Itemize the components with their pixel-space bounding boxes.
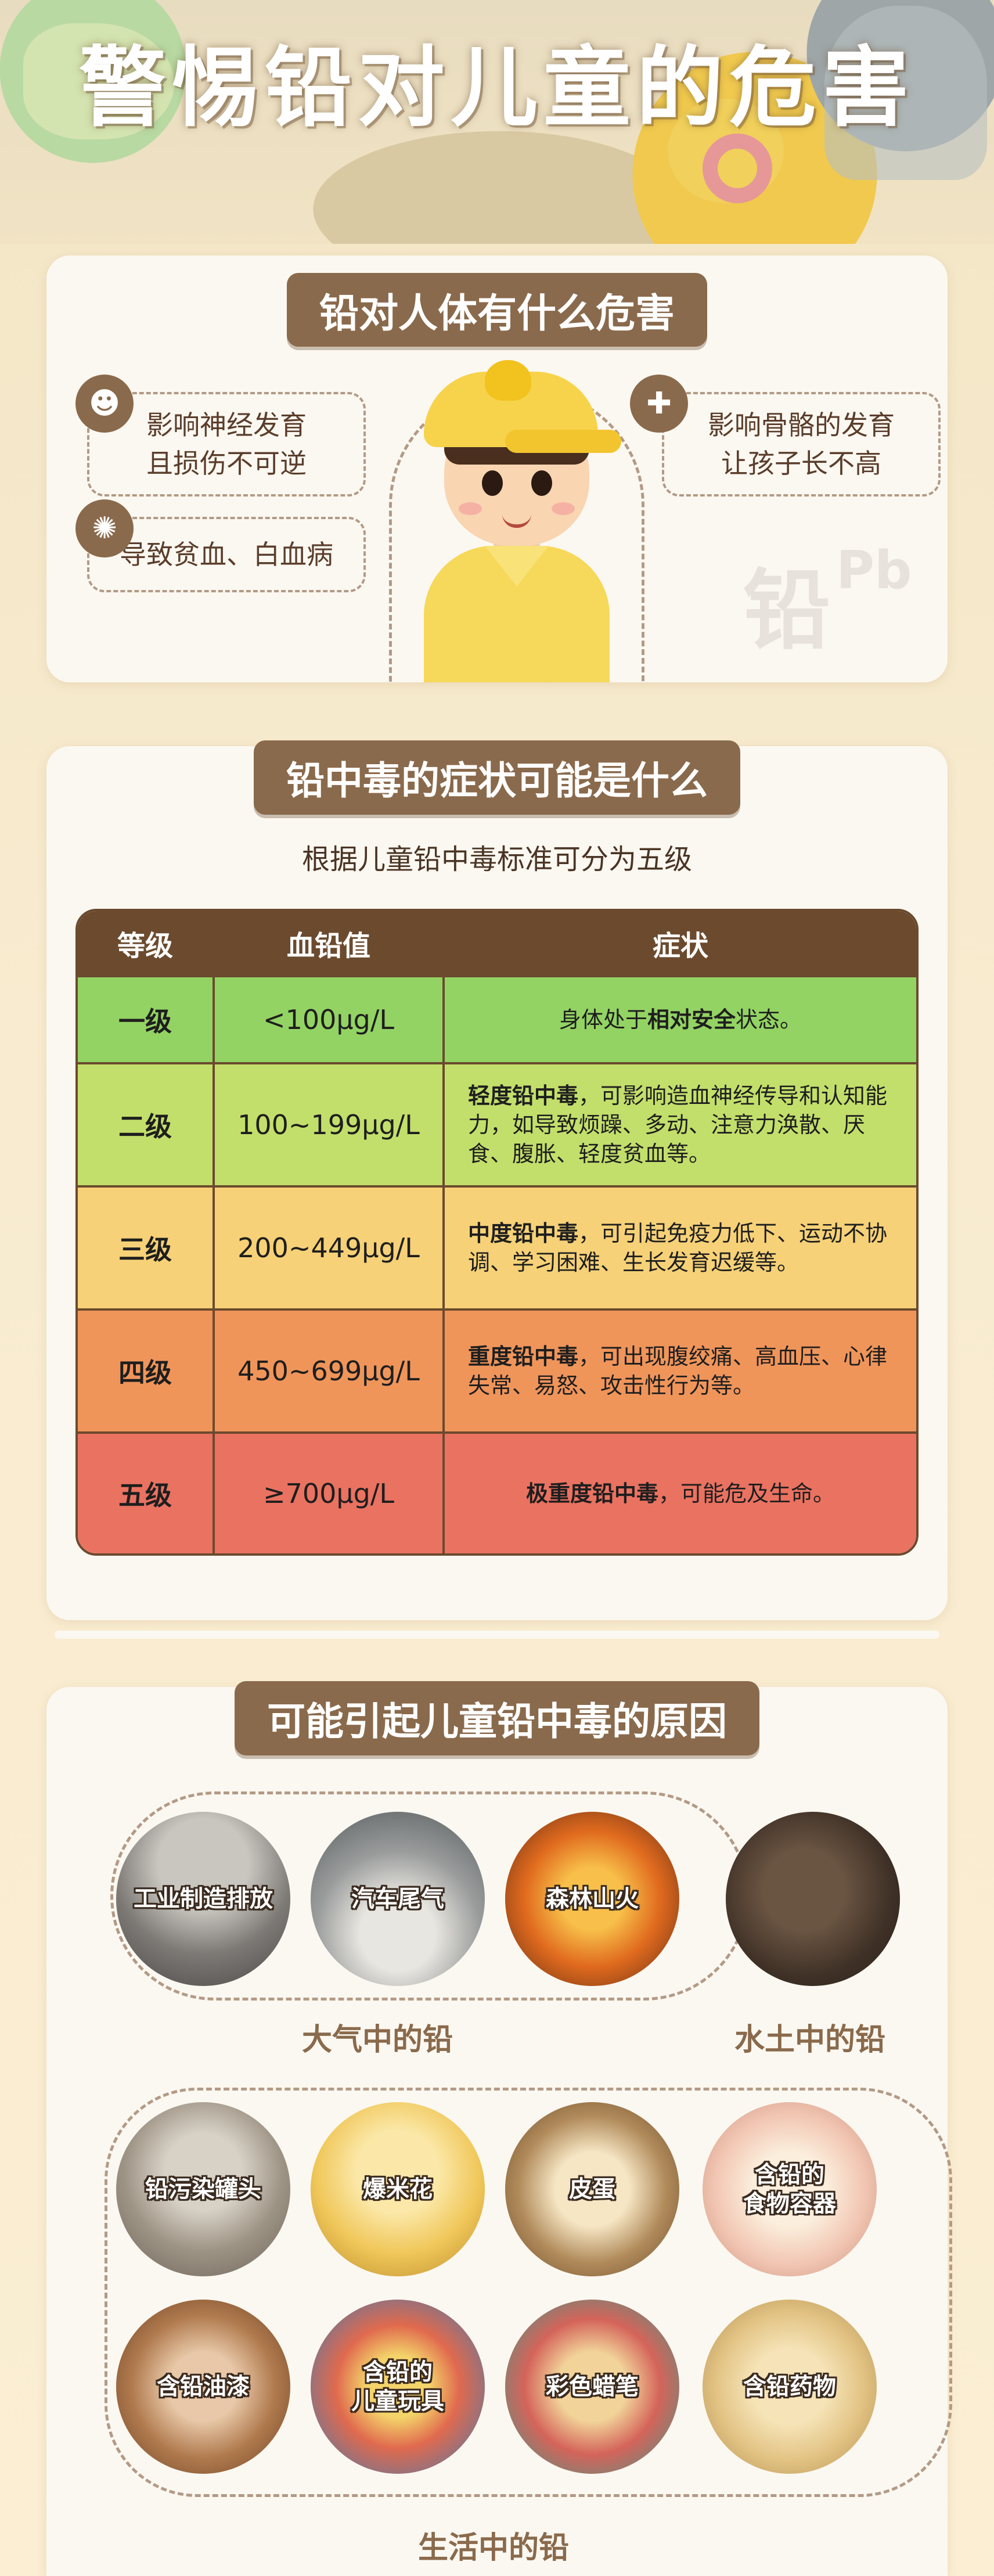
- source-label: 汽车尾气: [351, 1886, 444, 1912]
- child-blush: [552, 502, 575, 515]
- causes-card: 可能引起儿童铅中毒的原因 工业制造排放 汽车尾气 森林山火 大气中的铅 水土中的…: [46, 1681, 952, 2576]
- source-label: 铅污染罐头: [145, 2176, 261, 2203]
- table-header: 等级 血铅值 症状: [78, 911, 916, 975]
- source-life-item: 爆米花: [311, 2102, 485, 2276]
- table-row: 四级 450~699μg/L 重度铅中毒，可出现腹绞痛、高血压、心律失常、易怒、攻击…: [78, 1308, 916, 1431]
- symptoms-card: 铅中毒的症状可能是什么 根据儿童铅中毒标准可分为五级 等级 血铅值 症状 一级 <…: [46, 740, 948, 1620]
- source-life-item: 铅污染罐头: [116, 2102, 290, 2276]
- level-cell: 三级: [78, 1188, 215, 1308]
- blood-lead-cell: 450~699μg/L: [215, 1311, 445, 1431]
- effect-line: 让孩子长不高: [721, 448, 881, 479]
- table-row: 三级 200~449μg/L 中度铅中毒，可引起免疫力低下、运动不协调、学习困难、生…: [78, 1185, 916, 1308]
- source-label: 含铅药物: [743, 2373, 836, 2400]
- table-row: 二级 100~199μg/L 轻度铅中毒，可影响造血神经传导和认知能力，如导致烦躁、…: [78, 1062, 916, 1185]
- source-life-item: 皮蛋: [505, 2102, 679, 2276]
- blood-lead-cell: <100μg/L: [215, 977, 445, 1062]
- source-life-item: 含铅油漆: [116, 2300, 290, 2474]
- lead-level-table: 等级 血铅值 症状 一级 <100μg/L 身体处于相对安全状态。 二级 100~199…: [75, 909, 919, 1556]
- effect-line: 影响神经发育: [146, 409, 307, 441]
- life-group-label: 生活中的铅: [418, 2531, 570, 2566]
- lead-watermark: 铅 Pb: [743, 540, 912, 661]
- source-label: 含铅油漆: [157, 2373, 250, 2400]
- header-cell: 血铅值: [215, 911, 445, 975]
- header-banner: 警惕铅对儿童的危害: [0, 0, 994, 244]
- source-label: 含铅的 食物容器: [743, 2161, 836, 2217]
- air-group-label: 大气中的铅: [302, 2023, 453, 2057]
- header-cell: 等级: [78, 911, 215, 975]
- effect-line: 导致贫血、白血病: [120, 539, 333, 570]
- symptom-cell: 极重度铅中毒，可能危及生命。: [445, 1434, 916, 1553]
- source-label: 爆米花: [363, 2176, 433, 2203]
- level-cell: 一级: [78, 977, 215, 1062]
- source-life-item: 含铅药物: [703, 2300, 877, 2474]
- duck-icon: [485, 360, 531, 401]
- severity-text: 相对安全: [647, 1007, 736, 1032]
- source-label: 含铅的 儿童玩具: [351, 2359, 444, 2415]
- source-life-item: 含铅的 儿童玩具: [311, 2300, 485, 2474]
- source-life-item: 含铅的 食物容器: [703, 2102, 877, 2276]
- symptom-text: 状态。: [736, 1007, 802, 1032]
- effect-line: 且损伤不可逆: [146, 448, 307, 479]
- severity-text: 极重度铅中毒: [525, 1481, 658, 1506]
- source-label: 皮蛋: [569, 2176, 615, 2203]
- source-wildfire: 森林山火: [505, 1812, 679, 1986]
- level-cell: 二级: [78, 1064, 215, 1185]
- section-heading: 铅中毒的症状可能是什么: [254, 740, 740, 815]
- section-subtitle: 根据儿童铅中毒标准可分为五级: [301, 843, 692, 876]
- source-label: 森林山火: [546, 1886, 639, 1912]
- table-row: 一级 <100μg/L 身体处于相对安全状态。: [78, 975, 916, 1062]
- symptom-cell: 轻度铅中毒，可影响造血神经传导和认知能力，如导致烦躁、多动、注意力涣散、厌食、腹…: [445, 1064, 916, 1185]
- header-cell: 症状: [652, 930, 708, 962]
- section-heading: 可能引起儿童铅中毒的原因: [235, 1681, 759, 1755]
- section-heading: 铅对人体有什么危害: [286, 273, 708, 347]
- effect-bone: 影响骨骼的发育 让孩子长不高: [662, 392, 941, 497]
- severity-text: 重度铅中毒: [468, 1344, 579, 1369]
- blood-lead-cell: 200~449μg/L: [215, 1188, 445, 1308]
- brain-icon: ☻: [75, 375, 134, 433]
- source-label: 工业制造排放: [134, 1886, 273, 1912]
- level-cell: 四级: [78, 1311, 215, 1431]
- child-eye: [482, 470, 503, 496]
- table-row: 五级 ≥700μg/L 极重度铅中毒，可能危及生命。: [78, 1431, 916, 1553]
- blood-lead-cell: 100~199μg/L: [215, 1064, 445, 1185]
- source-car-exhaust: 汽车尾气: [311, 1812, 485, 1986]
- symptom-text: ，可能危及生命。: [658, 1481, 835, 1506]
- symptom-cell: 重度铅中毒，可出现腹绞痛、高血压、心律失常、易怒、攻击性行为等。: [445, 1311, 916, 1431]
- source-industry: 工业制造排放: [116, 1812, 290, 1986]
- child-cap-brim: [505, 430, 621, 453]
- level-cell: 五级: [78, 1434, 215, 1553]
- child-blush: [459, 502, 482, 515]
- severity-text: 中度铅中毒: [468, 1221, 579, 1246]
- header-decoration: [703, 134, 772, 203]
- effect-line: 影响骨骼的发育: [708, 409, 895, 441]
- source-life-item: 彩色蜡笔: [505, 2300, 679, 2474]
- blood-cell-icon: ✺: [75, 499, 134, 557]
- section-divider: [55, 1631, 939, 1639]
- severity-text: 轻度铅中毒: [468, 1083, 579, 1109]
- source-label: 彩色蜡笔: [546, 2373, 639, 2400]
- soil-group-label: 水土中的铅: [734, 2023, 886, 2057]
- child-eye: [531, 470, 552, 496]
- page-title: 警惕铅对儿童的危害: [78, 38, 915, 139]
- symptom-cell: 身体处于相对安全状态。: [445, 977, 916, 1062]
- symptom-cell: 中度铅中毒，可引起免疫力低下、运动不协调、学习困难、生长发育迟缓等。: [445, 1188, 916, 1308]
- blood-lead-cell: ≥700μg/L: [215, 1434, 445, 1553]
- child-illustration: [389, 354, 644, 682]
- harm-card: 铅对人体有什么危害 影响神经发育 且损伤不可逆 ☻ 导致贫血、白血病 ✺ 影响骨骼…: [46, 256, 948, 682]
- symptom-text: 身体处于: [559, 1007, 647, 1032]
- source-soil: [726, 1812, 900, 1986]
